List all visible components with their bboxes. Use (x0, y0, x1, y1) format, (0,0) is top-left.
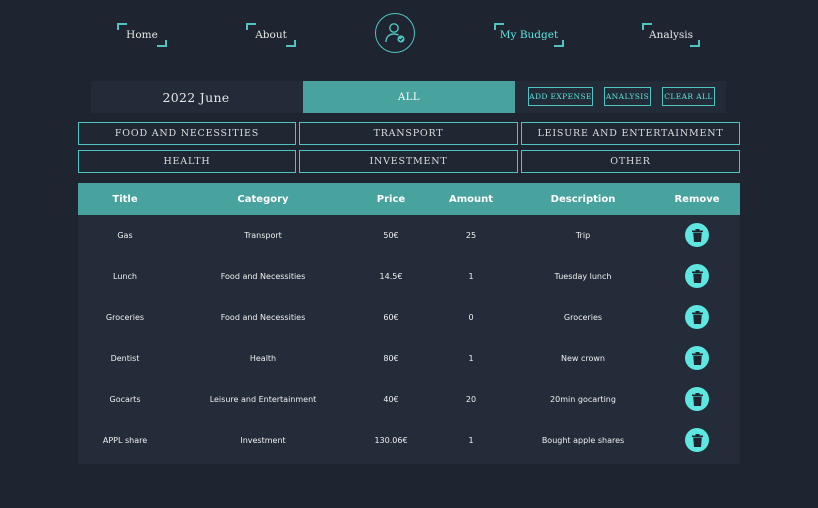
table-row: Lunch Food and Necessities 14.5€ 1 Tuesd… (78, 256, 740, 297)
trash-icon (691, 269, 703, 283)
user-check-icon (385, 23, 405, 43)
category-transport[interactable]: TRANSPORT (299, 122, 518, 145)
table-row: APPL share Investment 130.06€ 1 Bought a… (78, 420, 740, 461)
cell-title: Gocarts (109, 395, 141, 404)
nav-bracket (554, 40, 564, 47)
category-other[interactable]: OTHER (521, 150, 740, 173)
category-investment[interactable]: INVESTMENT (299, 150, 518, 173)
nav-analysis-label: Analysis (648, 29, 694, 41)
top-nav: Home About My Budget Analysis (0, 0, 818, 70)
trash-icon (691, 351, 703, 365)
trash-icon (691, 310, 703, 324)
nav-bracket (117, 23, 127, 30)
cell-category: Food and Necessities (220, 313, 306, 322)
cell-amount: 0 (468, 313, 474, 322)
table-row: Dentist Health 80€ 1 New crown (78, 338, 740, 379)
nav-my-budget-label: My Budget (499, 29, 559, 41)
table-row: Gocarts Leisure and Entertainment 40€ 20… (78, 379, 740, 420)
nav-analysis[interactable]: Analysis (642, 23, 700, 47)
nav-bracket (642, 23, 652, 30)
cell-title: Lunch (113, 272, 137, 281)
trash-icon (691, 392, 703, 406)
analysis-button[interactable]: ANALYSIS (604, 87, 651, 106)
category-food-and-necessities[interactable]: FOOD AND NECESSITIES (78, 122, 296, 145)
expenses-table: Title Category Price Amount Description … (78, 183, 740, 464)
remove-button[interactable] (685, 387, 709, 411)
cell-description: Tuesday lunch (554, 272, 612, 281)
cell-amount: 25 (465, 231, 477, 240)
cell-title: Groceries (105, 313, 145, 322)
table-row: Groceries Food and Necessities 60€ 0 Gro… (78, 297, 740, 338)
cell-price: 80€ (383, 354, 399, 363)
cell-description: 20min gocarting (550, 395, 616, 404)
cell-category: Leisure and Entertainment (209, 395, 317, 404)
cell-price: 130.06€ (374, 436, 408, 445)
cell-price: 14.5€ (379, 272, 403, 281)
cell-description: Groceries (563, 313, 603, 322)
trash-icon (691, 228, 703, 242)
remove-button[interactable] (685, 346, 709, 370)
cell-description: Bought apple shares (541, 436, 625, 445)
cell-title: Gas (117, 231, 133, 240)
remove-button[interactable] (685, 223, 709, 247)
nav-about[interactable]: About (246, 23, 296, 47)
cell-amount: 20 (465, 395, 477, 404)
nav-bracket (494, 23, 504, 30)
category-leisure-and-entertainment[interactable]: LEISURE AND ENTERTAINMENT (521, 122, 740, 145)
header-category[interactable]: Category (237, 183, 288, 215)
table-header: Title Category Price Amount Description … (78, 183, 740, 215)
cell-amount: 1 (468, 436, 474, 445)
header-title[interactable]: Title (112, 183, 137, 215)
header-amount[interactable]: Amount (449, 183, 493, 215)
remove-button[interactable] (685, 428, 709, 452)
cell-category: Transport (244, 231, 282, 240)
header-remove: Remove (674, 193, 720, 205)
nav-bracket (246, 23, 256, 30)
category-health[interactable]: HEALTH (78, 150, 296, 173)
cell-price: 60€ (383, 313, 399, 322)
cell-category: Food and Necessities (220, 272, 306, 281)
header-description[interactable]: Description (551, 183, 616, 215)
cell-amount: 1 (468, 272, 474, 281)
cell-title: APPL share (102, 436, 148, 445)
nav-about-label: About (255, 29, 287, 41)
logo[interactable] (375, 13, 415, 53)
nav-bracket (157, 40, 167, 47)
nav-my-budget[interactable]: My Budget (494, 23, 564, 47)
nav-bracket (690, 40, 700, 47)
trash-icon (691, 433, 703, 447)
cell-title: Dentist (110, 354, 140, 363)
budget-toolbar: 2022 June ALL ADD EXPENSE ANALYSIS CLEAR… (91, 81, 726, 113)
remove-button[interactable] (685, 305, 709, 329)
cell-description: New crown (560, 354, 606, 363)
table-row: Gas Transport 50€ 25 Trip (78, 215, 740, 256)
cell-price: 40€ (383, 395, 399, 404)
cell-description: Trip (575, 231, 591, 240)
cell-category: Investment (240, 436, 286, 445)
remove-button[interactable] (685, 264, 709, 288)
nav-home-label: Home (126, 29, 158, 41)
clear-all-button[interactable]: CLEAR ALL (662, 87, 715, 106)
cell-category: Health (249, 354, 277, 363)
cell-amount: 1 (468, 354, 474, 363)
nav-home[interactable]: Home (117, 23, 167, 47)
month-label: 2022 June (162, 89, 230, 105)
filter-all-button[interactable]: ALL (303, 81, 515, 113)
header-price[interactable]: Price (377, 183, 405, 215)
add-expense-button[interactable]: ADD EXPENSE (528, 87, 593, 106)
nav-bracket (286, 40, 296, 47)
cell-price: 50€ (383, 231, 399, 240)
